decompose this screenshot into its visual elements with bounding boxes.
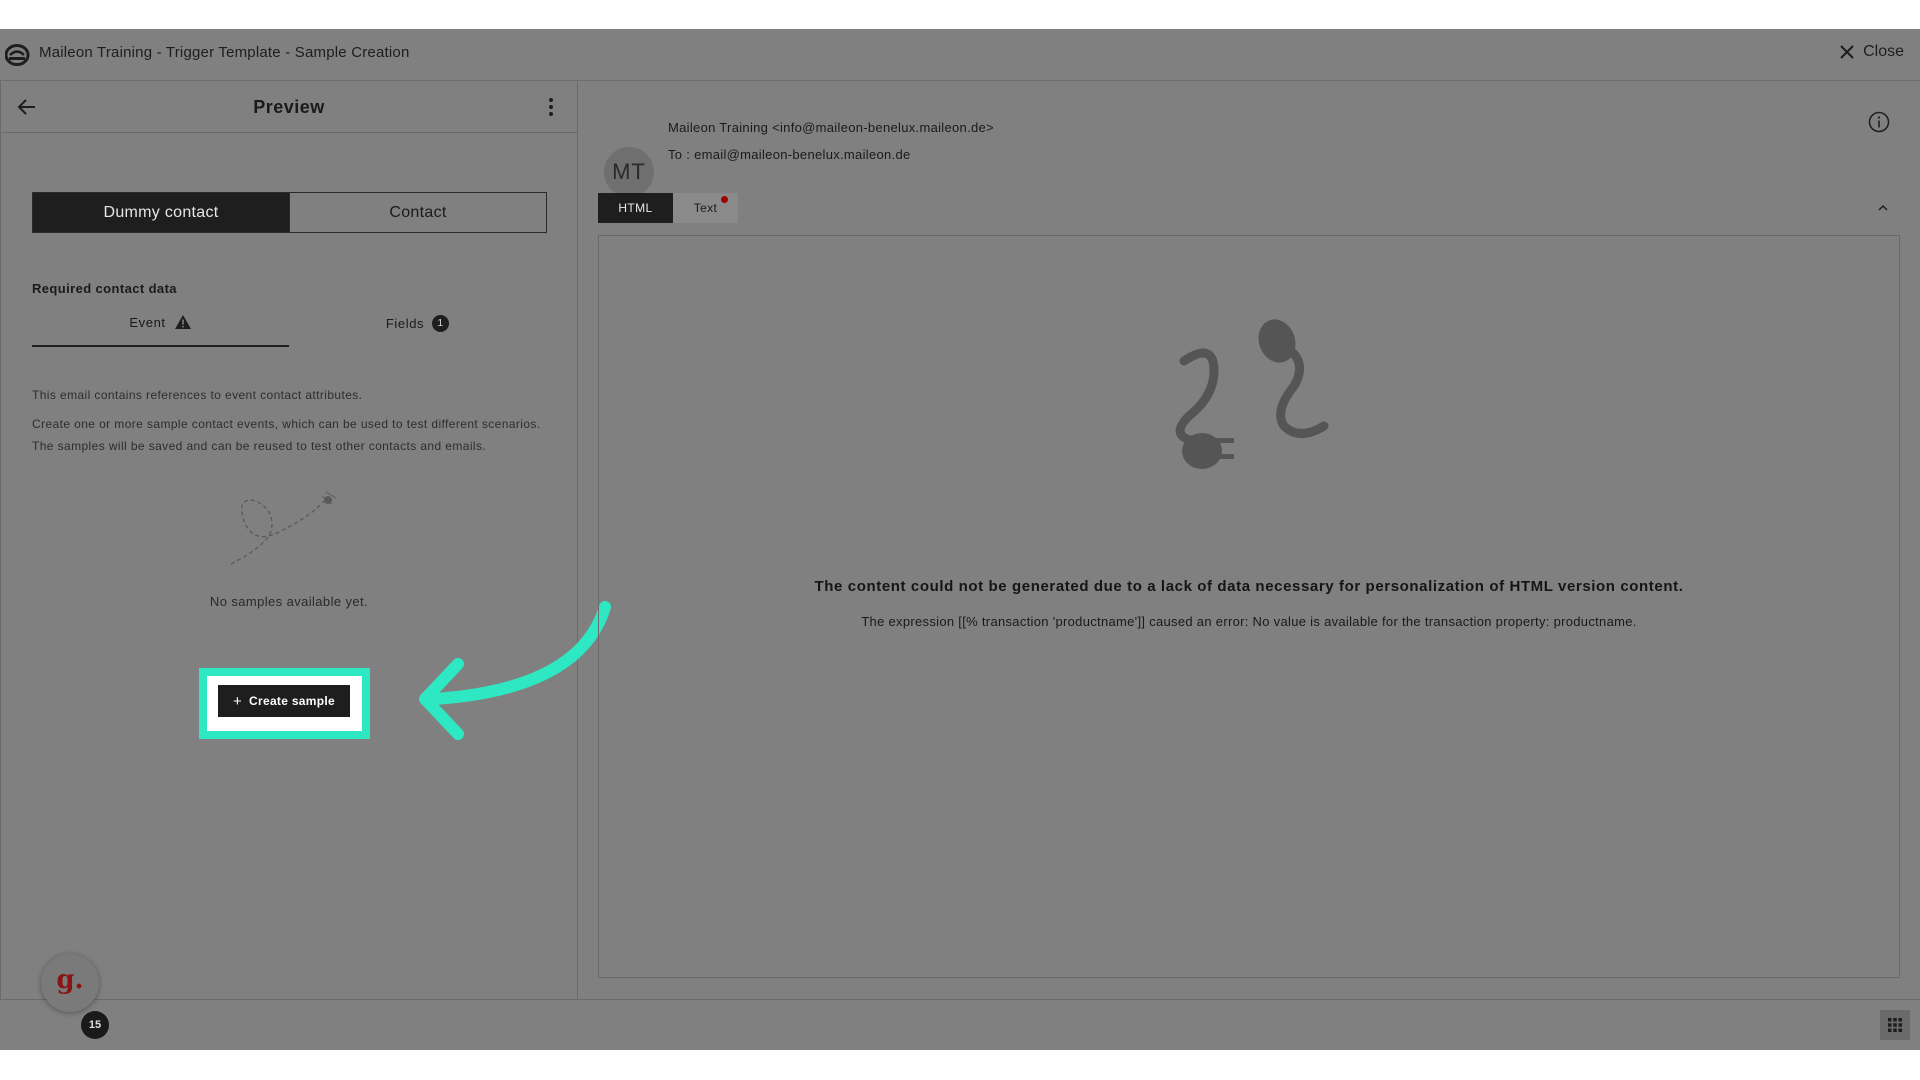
required-contact-data-label: Required contact data xyxy=(32,281,177,296)
help-widget-button[interactable]: g. xyxy=(41,954,99,1012)
app-overlay: Maileon Training - Trigger Template - Sa… xyxy=(0,29,1920,1050)
tab-fields-label: Fields xyxy=(385,315,425,331)
preview-panel: Preview Dummy contact Contact Required c… xyxy=(0,81,578,999)
tab-text-label: Text xyxy=(693,201,718,215)
dummy-contact-button[interactable]: Dummy contact xyxy=(33,193,289,232)
tab-event-label: Event xyxy=(129,314,166,330)
sample-instructions: Create one or more sample contact events… xyxy=(32,417,541,453)
guide-arrow-icon xyxy=(419,601,611,740)
fields-count-badge: 1 xyxy=(432,314,450,332)
recipient-address: To : email@maileon-benelux.maileon.de xyxy=(668,147,911,162)
close-button[interactable]: Close xyxy=(1839,43,1904,61)
bottom-bar xyxy=(0,999,1920,1050)
event-reference-note: This email contains references to event … xyxy=(32,388,363,402)
app-grid-button[interactable] xyxy=(1880,1010,1910,1040)
kebab-menu-icon[interactable] xyxy=(541,96,561,118)
warning-icon xyxy=(174,315,191,329)
chevron-up-icon[interactable] xyxy=(1876,201,1890,215)
tab-fields[interactable]: Fields 1 xyxy=(289,299,546,347)
close-icon xyxy=(1840,45,1854,59)
plus-icon: + xyxy=(232,692,243,710)
grid-icon xyxy=(1888,1018,1902,1032)
window-title: Maileon Training - Trigger Template - Sa… xyxy=(39,44,410,61)
info-icon[interactable] xyxy=(1868,111,1890,133)
error-detail: The expression [[% transaction 'productn… xyxy=(861,614,1637,629)
email-content-area: The content could not be generated due t… xyxy=(598,235,1900,978)
help-widget-logo: g. xyxy=(56,965,84,995)
format-tabs: HTML Text xyxy=(598,193,738,223)
sender-avatar: MT xyxy=(604,147,654,197)
contact-type-toggle: Dummy contact Contact xyxy=(32,192,547,233)
maileon-logo-icon xyxy=(5,44,30,66)
title-bar: Maileon Training - Trigger Template - Sa… xyxy=(0,29,1920,81)
panel-title: Preview xyxy=(253,97,325,117)
create-sample-button[interactable]: + Create sample xyxy=(218,685,350,717)
tab-html[interactable]: HTML xyxy=(598,193,673,223)
preview-header: Preview xyxy=(1,81,577,133)
tab-text[interactable]: Text xyxy=(673,193,738,223)
contact-button[interactable]: Contact xyxy=(289,193,546,232)
error-dot-icon xyxy=(721,196,728,203)
sender-address: Maileon Training <info@maileon-benelux.m… xyxy=(668,120,994,135)
plug-icon xyxy=(1175,319,1329,469)
required-data-tabs: Event Fields 1 xyxy=(32,299,547,347)
tab-event[interactable]: Event xyxy=(32,299,289,347)
error-title: The content could not be generated due t… xyxy=(814,578,1684,595)
help-widget-badge: 15 xyxy=(81,1011,109,1039)
empty-samples-illustration xyxy=(230,491,337,565)
close-label: Close xyxy=(1863,43,1904,60)
create-sample-label: Create sample xyxy=(249,694,335,708)
